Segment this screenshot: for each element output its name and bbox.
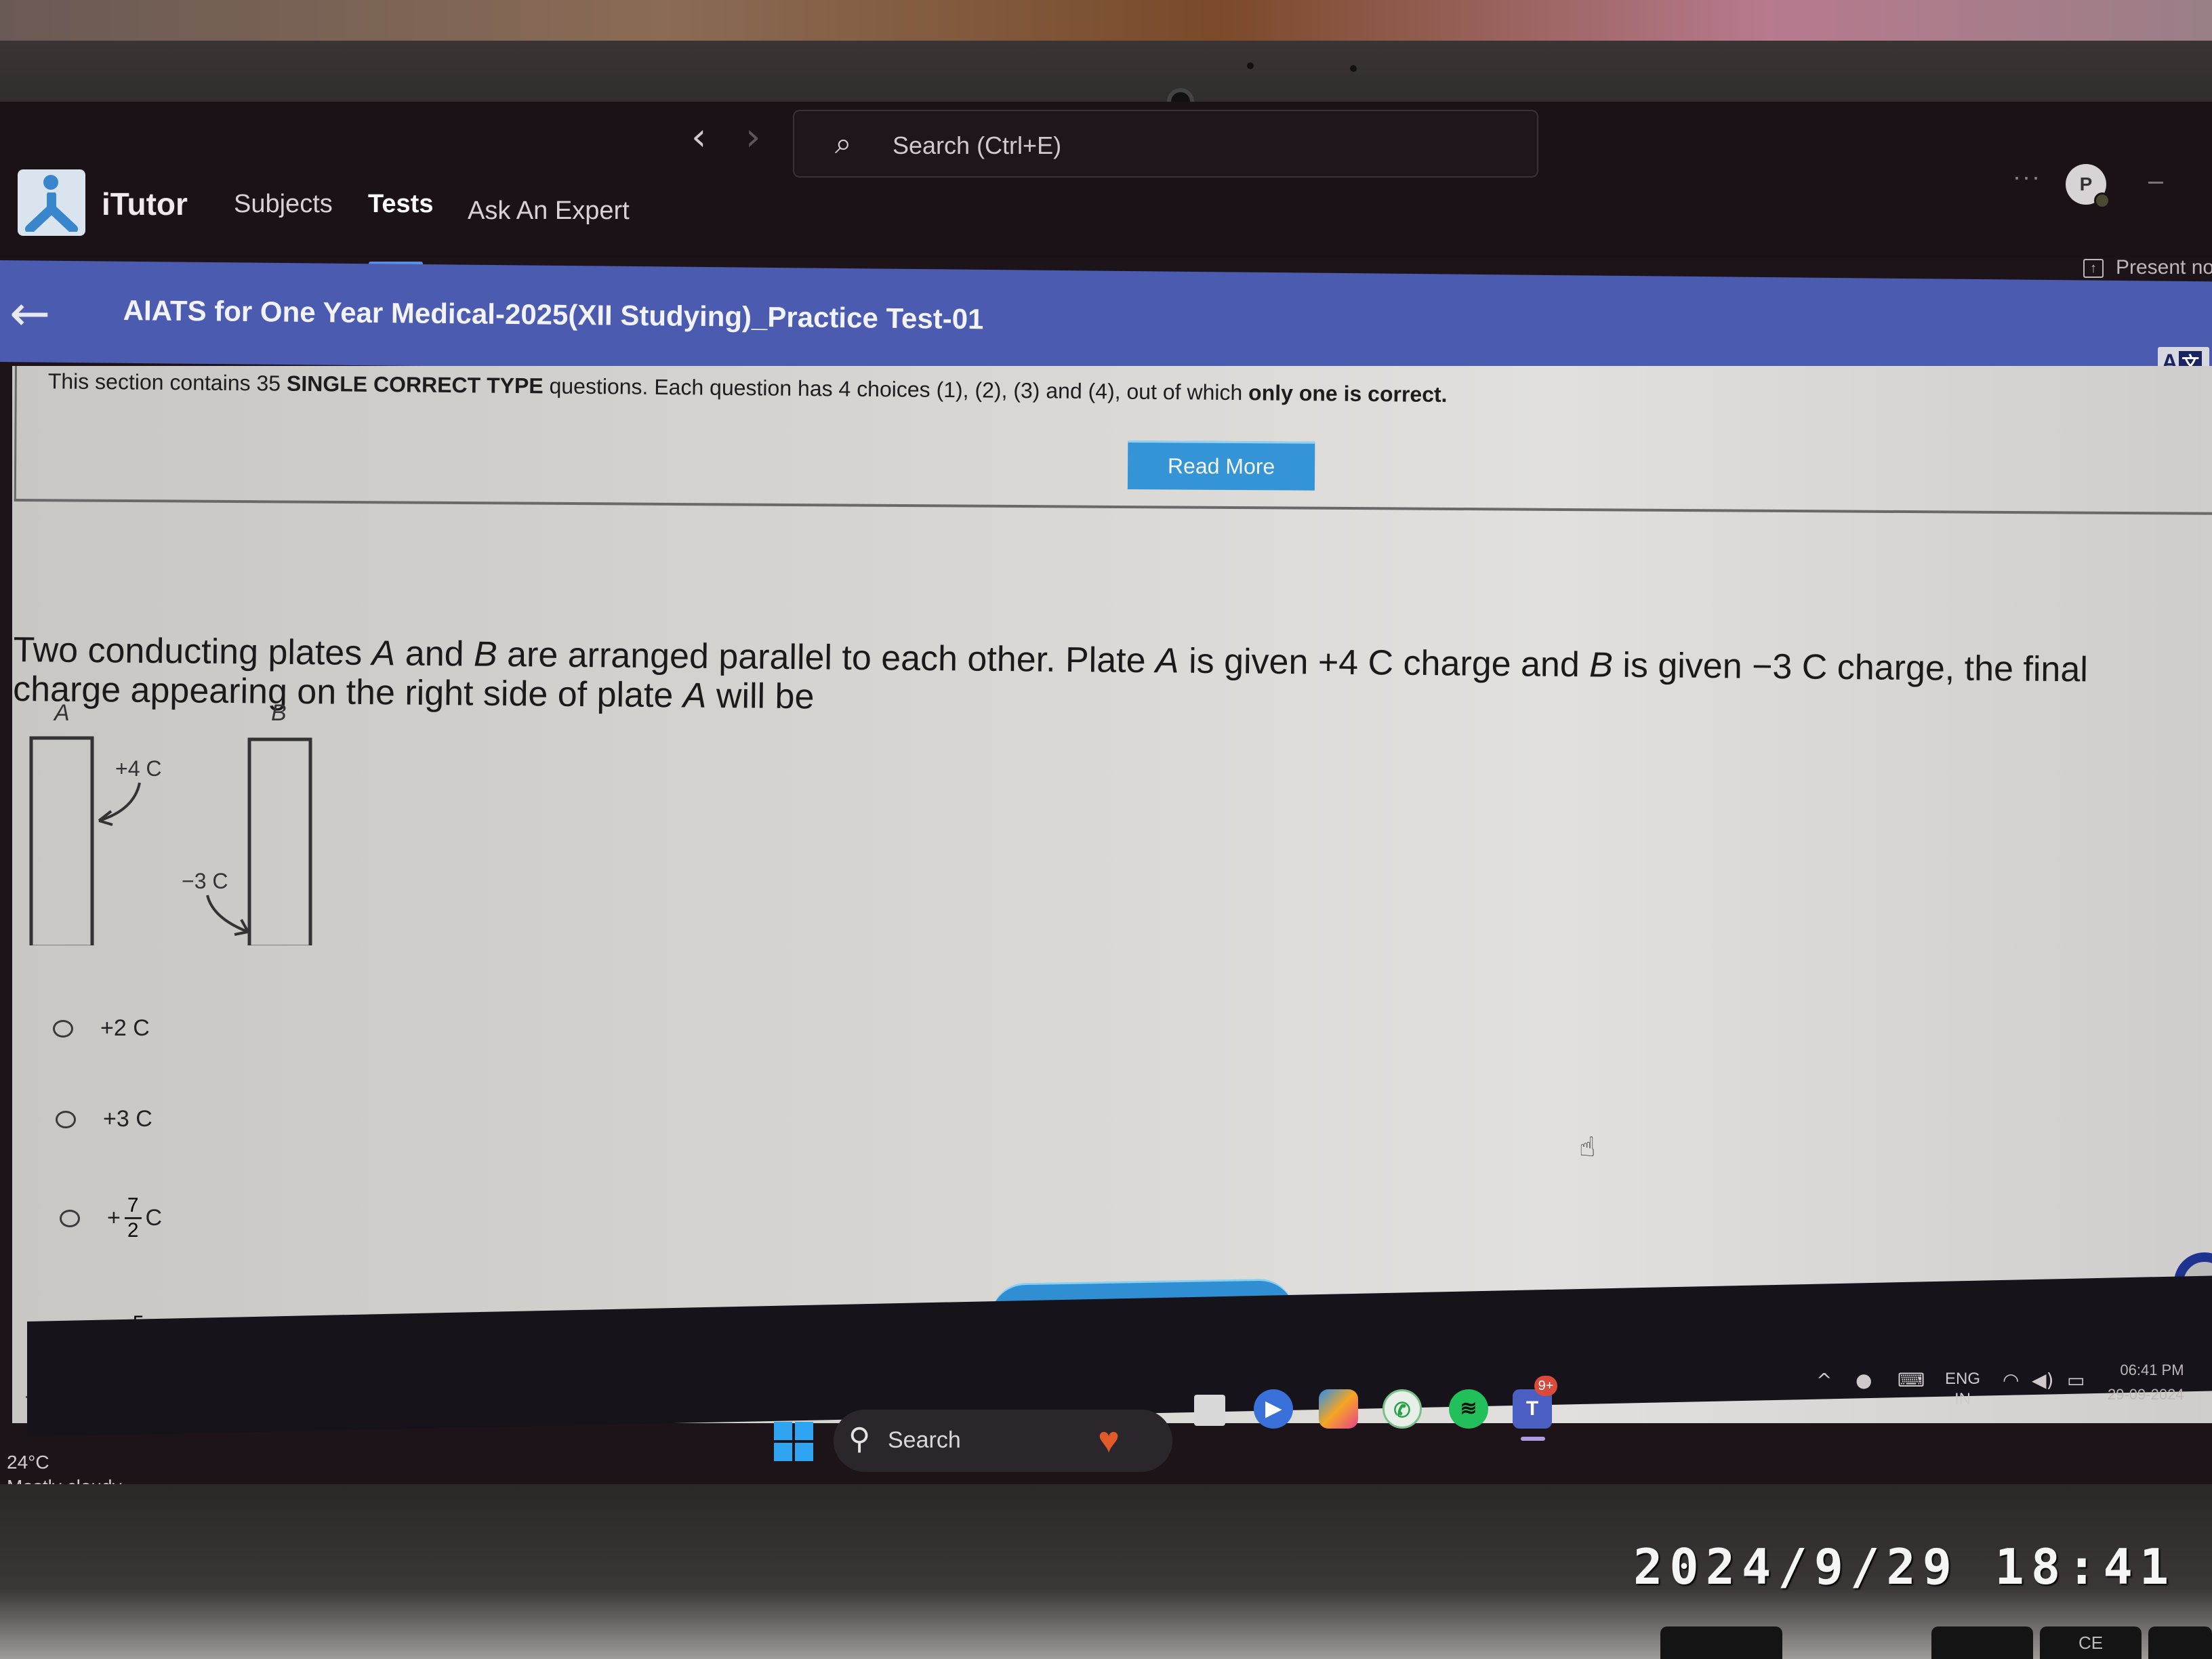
search-icon: ⚲: [848, 1422, 871, 1456]
keyboard-key: [2148, 1626, 2212, 1659]
volume-icon[interactable]: ◀): [2032, 1369, 2053, 1391]
clock-date: 29-09-2024: [2108, 1386, 2184, 1403]
plate-b: [247, 737, 312, 945]
weather-temp: 24°C: [7, 1452, 49, 1473]
charge-a-label: +4 C: [115, 756, 161, 781]
section-instructions: This section contains 35 SINGLE CORRECT …: [14, 366, 2212, 515]
profile-avatar[interactable]: P: [2066, 164, 2110, 209]
taskbar-search-label: Search: [888, 1427, 961, 1453]
keyboard-edge: CE: [1660, 1626, 2212, 1659]
q-text: are arranged parallel to each other. Pla…: [497, 634, 1156, 681]
option-2[interactable]: +3 C: [56, 1106, 152, 1132]
q-var: A: [371, 634, 396, 674]
plates-diagram: A B +4 C −3 C: [29, 701, 312, 945]
instructions-bold: SINGLE CORRECT TYPE: [286, 371, 544, 398]
keyboard-icon[interactable]: ⌨: [1898, 1369, 1925, 1391]
read-more-button[interactable]: Read More: [1127, 441, 1315, 491]
tray-app-icon[interactable]: ●: [1856, 1369, 1872, 1391]
present-now-button[interactable]: ↑ Present now: [2083, 256, 2212, 279]
instructions-bold-end: only one is correct.: [1248, 380, 1448, 407]
q-text: will be: [706, 676, 815, 717]
logo-figure-icon: [25, 192, 78, 232]
teams-notification-badge: 9+: [1534, 1376, 1557, 1396]
browser-forward-icon[interactable]: ›: [745, 115, 760, 159]
meet-app-icon[interactable]: ▶: [1254, 1389, 1293, 1429]
fraction-denominator: 2: [127, 1219, 139, 1242]
q-var: B: [473, 634, 497, 674]
present-label: Present now: [2116, 256, 2212, 279]
tray-overflow-chevron-icon[interactable]: ^: [1816, 1369, 1832, 1391]
option-sign: +: [107, 1205, 121, 1231]
option-label: +2 C: [100, 1015, 150, 1041]
nav-tests[interactable]: Tests: [368, 190, 433, 219]
more-options-icon[interactable]: ···: [2013, 163, 2041, 191]
brand-name[interactable]: iTutor: [102, 186, 188, 222]
hand-cursor-icon: ☝: [1579, 1132, 1596, 1163]
instructions-middle: questions. Each question has 4 choices (…: [543, 373, 1249, 405]
presence-dot: [2094, 192, 2110, 209]
option-3[interactable]: + 7 2 C: [60, 1194, 162, 1242]
copilot-app-icon[interactable]: [1319, 1389, 1358, 1429]
instructions-text: This section contains 35 SINGLE CORRECT …: [48, 369, 1448, 407]
screen: ‹ › ⌕ Search (Ctrl+E) ··· P iTutor Subje…: [0, 102, 2212, 1484]
browser-chrome: ‹ › ⌕ Search (Ctrl+E) ··· P: [0, 102, 2212, 258]
minimize-icon[interactable]: [2148, 182, 2163, 184]
present-icon: ↑: [2083, 259, 2104, 279]
instructions-prefix: This section contains 35: [47, 369, 287, 396]
plate-a-label: A: [53, 701, 70, 726]
whatsapp-app-icon[interactable]: ✆: [1382, 1389, 1422, 1429]
spotify-app-icon[interactable]: ≋: [1449, 1389, 1488, 1429]
option-label: +3 C: [103, 1106, 152, 1132]
charge-b-label: −3 C: [182, 869, 228, 893]
task-view-icon[interactable]: [1194, 1395, 1225, 1426]
search-highlight-stethoscope-icon: ♥: [1098, 1420, 1120, 1460]
option-fraction: 7 2: [124, 1194, 142, 1242]
q-text: Two conducting plates: [13, 630, 372, 674]
profile-initial: P: [2079, 173, 2093, 194]
itutor-logo[interactable]: [18, 169, 85, 236]
charge-b-arrow: [206, 895, 249, 933]
active-app-indicator: [1521, 1437, 1545, 1441]
option-radio[interactable]: [60, 1209, 80, 1227]
fraction-numerator: 7: [124, 1194, 142, 1219]
language-indicator[interactable]: ENG IN: [1945, 1369, 1980, 1410]
region-code: IN: [1954, 1390, 1971, 1408]
nav-subjects[interactable]: Subjects: [234, 190, 333, 219]
language-code: ENG: [1945, 1370, 1981, 1388]
q-var: A: [1155, 641, 1179, 681]
q-var: B: [1589, 645, 1614, 685]
battery-icon[interactable]: ▭: [2067, 1369, 2085, 1391]
sensor-dot: [1247, 62, 1254, 69]
option-unit: C: [145, 1205, 163, 1231]
option-radio[interactable]: [56, 1110, 76, 1128]
keyboard-key: CE: [2040, 1626, 2142, 1659]
system-clock[interactable]: 06:41 PM 29-09-2024: [2108, 1358, 2184, 1407]
browser-back-icon[interactable]: ‹: [691, 115, 706, 159]
q-text: is given +4 C charge and: [1179, 641, 1590, 685]
keyboard-key: [1931, 1626, 2033, 1659]
nav-ask-an-expert[interactable]: Ask An Expert: [468, 197, 630, 226]
question-panel: This section contains 35 SINGLE CORRECT …: [12, 366, 2212, 1423]
browser-search-placeholder: Search (Ctrl+E): [893, 131, 1062, 159]
photo-timestamp: 2024/9/29 18:41: [1633, 1538, 2176, 1595]
search-icon: ⌕: [835, 126, 852, 161]
logo-head-icon: [43, 175, 58, 190]
sensor-dot: [1350, 65, 1357, 72]
taskbar-search[interactable]: ⚲ Search ♥: [834, 1410, 1172, 1472]
plate-b-label: B: [271, 701, 287, 726]
keyboard-key: [1660, 1626, 1782, 1659]
clock-time: 06:41 PM: [2120, 1361, 2184, 1378]
wifi-icon[interactable]: ◠: [2003, 1369, 2019, 1391]
option-radio[interactable]: [53, 1019, 73, 1038]
browser-search-bar[interactable]: ⌕ Search (Ctrl+E): [793, 110, 1538, 178]
question-text: Two conducting plates A and B are arrang…: [13, 630, 2203, 730]
q-var: A: [682, 676, 707, 716]
back-arrow-icon[interactable]: ←: [9, 285, 50, 342]
q-text: and: [395, 634, 474, 674]
windows-start-icon[interactable]: [774, 1422, 813, 1461]
plate-a: [29, 736, 94, 945]
option-1[interactable]: +2 C: [53, 1015, 150, 1042]
